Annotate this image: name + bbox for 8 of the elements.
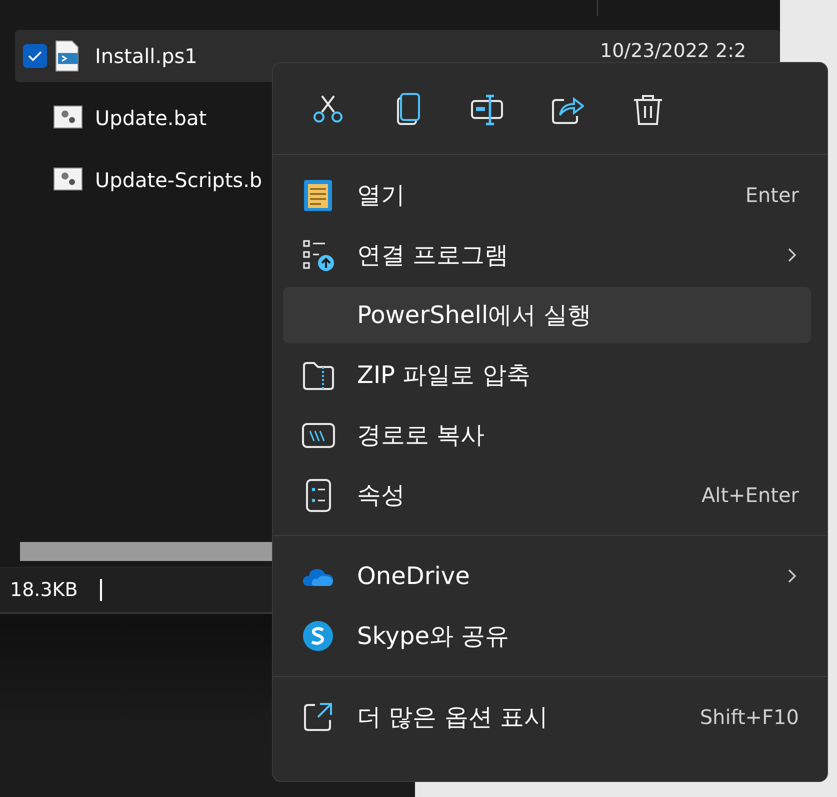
file-name: Install.ps1	[95, 43, 198, 70]
file-name: Update.bat	[95, 105, 207, 132]
file-size: 18.3KB	[10, 578, 78, 603]
shortcut-text: Enter	[745, 182, 799, 209]
file-name: Update-Scripts.b	[95, 167, 262, 194]
shortcut-text: Alt+Enter	[701, 482, 799, 509]
shortcut-text: Shift+F10	[700, 704, 799, 731]
modified-date: 10/23/2022 2:2	[600, 42, 748, 61]
